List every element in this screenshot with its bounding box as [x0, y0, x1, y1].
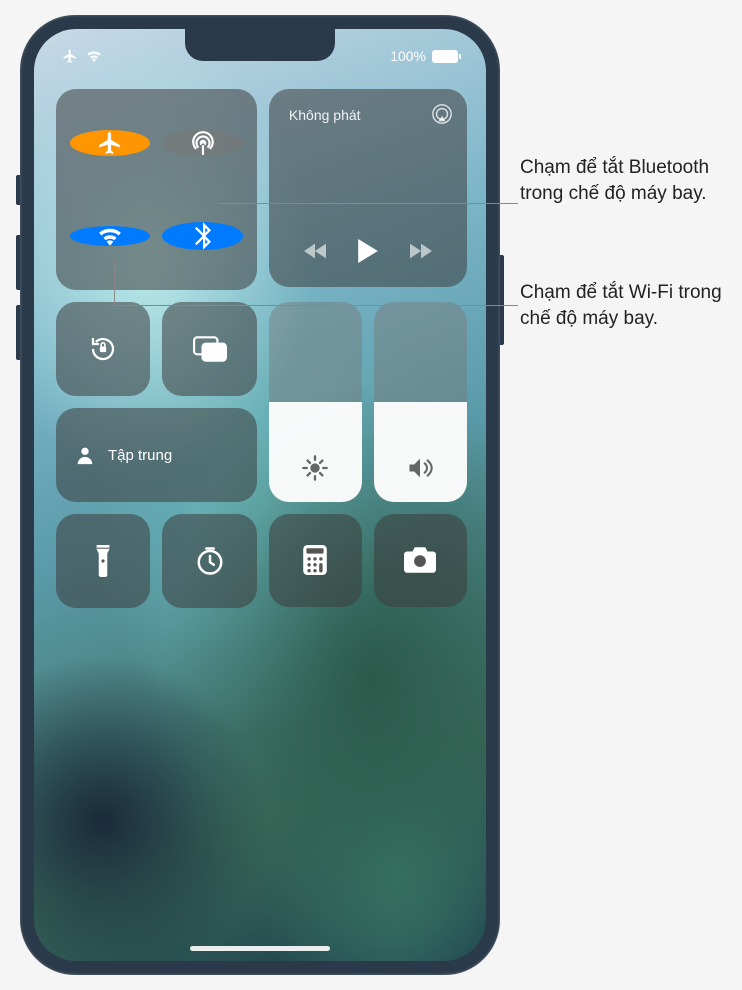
- timer-icon: [195, 546, 225, 576]
- volume-fill: [374, 402, 467, 502]
- orientation-lock-button[interactable]: [56, 302, 150, 396]
- airplane-mode-button[interactable]: [70, 130, 150, 156]
- cellular-icon: [190, 130, 216, 156]
- brightness-slider[interactable]: [269, 302, 362, 502]
- brightness-fill: [269, 402, 362, 502]
- wifi-button[interactable]: [70, 226, 150, 246]
- volume-slider[interactable]: [374, 302, 467, 502]
- control-center: Không phát: [56, 89, 464, 604]
- home-indicator[interactable]: [190, 946, 330, 951]
- battery-icon: [432, 50, 458, 63]
- screen: 100%: [34, 29, 486, 961]
- wifi-icon: [97, 226, 123, 246]
- next-button[interactable]: [410, 243, 432, 259]
- callout-bluetooth: Chạm để tắt Bluetooth trong chế độ máy b…: [520, 155, 740, 206]
- volume-up-button: [16, 235, 20, 290]
- side-button: [500, 255, 504, 345]
- next-icon: [410, 243, 432, 259]
- camera-icon: [404, 547, 436, 573]
- camera-button[interactable]: [374, 514, 467, 607]
- media-title: Không phát: [289, 107, 361, 123]
- notch: [185, 29, 335, 61]
- cellular-data-button[interactable]: [162, 130, 242, 156]
- airplay-icon[interactable]: [431, 103, 453, 125]
- bluetooth-icon: [195, 222, 211, 250]
- person-icon: [74, 444, 96, 466]
- screen-mirroring-button[interactable]: [162, 302, 256, 396]
- phone-frame: 100%: [20, 15, 500, 975]
- media-module[interactable]: Không phát: [269, 89, 467, 287]
- focus-label: Tập trung: [108, 447, 172, 464]
- play-icon: [358, 239, 378, 263]
- flashlight-icon: [94, 545, 112, 577]
- bluetooth-button[interactable]: [162, 222, 242, 250]
- volume-down-button: [16, 305, 20, 360]
- brightness-icon: [301, 454, 329, 482]
- calculator-icon: [303, 545, 327, 575]
- previous-button[interactable]: [304, 243, 326, 259]
- timer-button[interactable]: [162, 514, 256, 608]
- airplane-status-icon: [62, 48, 78, 64]
- flashlight-button[interactable]: [56, 514, 150, 608]
- callout-line-bluetooth: [218, 203, 518, 204]
- calculator-button[interactable]: [269, 514, 362, 607]
- volume-icon: [406, 454, 434, 482]
- callout-wifi: Chạm để tắt Wi-Fi trong chế độ máy bay.: [520, 280, 740, 331]
- connectivity-module[interactable]: [56, 89, 257, 290]
- orientation-lock-icon: [88, 334, 118, 364]
- silence-switch: [16, 175, 20, 205]
- screen-mirror-icon: [193, 336, 227, 362]
- battery-percentage: 100%: [390, 48, 426, 64]
- callout-line-wifi-vert: [114, 260, 115, 305]
- previous-icon: [304, 243, 326, 259]
- airplane-icon: [97, 130, 123, 156]
- play-button[interactable]: [358, 239, 378, 263]
- wifi-status-icon: [86, 50, 102, 62]
- focus-button[interactable]: Tập trung: [56, 408, 257, 501]
- callout-line-wifi: [114, 305, 518, 306]
